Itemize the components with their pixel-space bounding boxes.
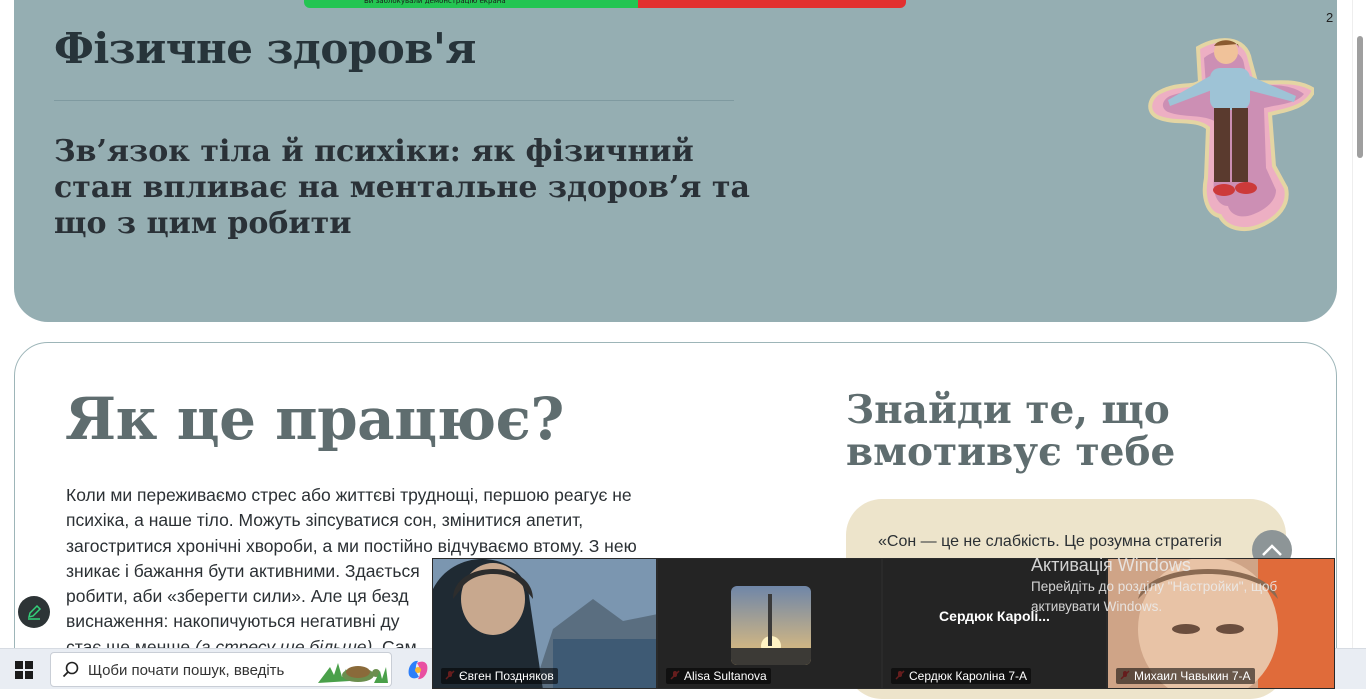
pencil-icon <box>27 604 42 620</box>
taskbar-search[interactable]: Щоби почати пошук, введіть <box>50 652 392 687</box>
search-icon <box>62 661 79 678</box>
motivation-title: Знайди те, що вмотивує тебе <box>846 387 1176 475</box>
article-title[interactable]: Зв’язок тіла й психіки: як фізичний стан… <box>54 134 754 242</box>
scrollbar-thumb[interactable] <box>1357 36 1363 158</box>
participant-name: Alisa Sultanova <box>666 668 771 684</box>
stop-share-button[interactable] <box>638 0 906 8</box>
quote-text: «Сон — це не слабкість. Це розумна страт… <box>878 533 1222 550</box>
hero-card: Фізичне здоров'я Зв’язок тіла й психіки:… <box>14 0 1337 322</box>
hero-divider <box>54 100 734 101</box>
body-line: психіка, а наше тіло. Можуть зіпсуватися… <box>66 510 584 531</box>
edit-button[interactable] <box>18 596 50 628</box>
notification-count[interactable]: 2 <box>1326 10 1333 25</box>
page-title: Фізичне здоров'я <box>54 24 476 73</box>
windows-activation-watermark: Активація Windows Перейдіть до розділу "… <box>1031 555 1331 616</box>
participant-tile[interactable]: Євген Поздняков <box>432 558 657 689</box>
watermark-line: активувати Windows. <box>1031 599 1163 614</box>
turtle-highlight-icon <box>318 663 388 683</box>
watermark-line: Перейдіть до розділу "Настройки", щоб <box>1031 579 1278 594</box>
participant-tile[interactable]: Alisa Sultanova <box>657 558 882 689</box>
page-scrollbar[interactable] <box>1352 0 1366 648</box>
windows-start-icon[interactable] <box>15 661 33 679</box>
body-line: загостритися хронічні хвороби, а ми пост… <box>66 535 637 556</box>
participant-name: Євген Поздняков <box>441 668 558 684</box>
body-line: Коли ми переживаємо стрес або життєві тр… <box>66 485 632 505</box>
screen-share-status: Ви заблокували демонстрацію екрана <box>304 0 638 8</box>
watermark-title: Активація Windows <box>1031 555 1191 575</box>
copilot-icon[interactable] <box>405 657 431 683</box>
avatar-image <box>731 586 811 665</box>
participant-avatar <box>731 586 811 665</box>
section-title: Як це працює? <box>65 385 564 453</box>
participant-name: Михаил Чавыкин 7-А <box>1116 668 1255 684</box>
screen-share-bar[interactable]: Ви заблокували демонстрацію екрана <box>304 0 906 8</box>
search-placeholder: Щоби почати пошук, введіть <box>88 662 285 679</box>
participant-name: Сердюк Кароліна 7-А <box>891 668 1032 684</box>
person-illustration <box>1148 38 1314 232</box>
